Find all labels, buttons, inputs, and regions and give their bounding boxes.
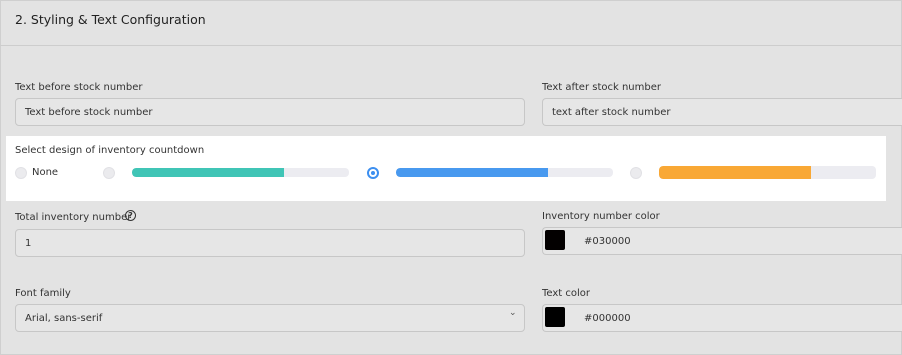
design-blue-bar[interactable]	[396, 168, 613, 177]
design-label: Select design of inventory countdown	[15, 145, 205, 156]
text-color-label: Text color	[542, 288, 591, 299]
text-after-input[interactable]: text after stock number	[542, 98, 902, 126]
text-after-label: Text after stock number	[542, 82, 661, 93]
design-none-label: None	[32, 167, 59, 178]
font-family-select[interactable]: Arial, sans-serif	[15, 304, 525, 332]
design-selector: Select design of inventory countdown Non…	[6, 136, 886, 201]
chevron-down-icon: ⌄	[509, 308, 517, 318]
design-none-radio[interactable]	[15, 167, 27, 179]
font-family-value: Arial, sans-serif	[25, 312, 103, 324]
design-teal-radio[interactable]	[103, 167, 115, 179]
design-teal-bar[interactable]	[132, 168, 349, 177]
design-orange-bar-fill	[659, 166, 811, 179]
inventory-color-field[interactable]: #030000	[542, 227, 902, 255]
design-blue-radio[interactable]	[367, 167, 379, 179]
text-after-value: text after stock number	[552, 106, 671, 118]
inventory-color-swatch[interactable]	[545, 230, 565, 250]
total-inventory-label: Total inventory number	[15, 212, 132, 223]
font-family-label: Font family	[15, 288, 71, 299]
help-icon[interactable]: ?	[125, 210, 136, 221]
section-divider	[0, 45, 902, 46]
design-blue-bar-fill	[396, 168, 548, 177]
inventory-color-label: Inventory number color	[542, 211, 660, 222]
text-color-swatch[interactable]	[545, 307, 565, 327]
section-title: 2. Styling & Text Configuration	[15, 12, 206, 27]
design-orange-bar[interactable]	[659, 166, 876, 179]
total-inventory-value: 1	[25, 237, 32, 249]
text-before-label: Text before stock number	[15, 82, 143, 93]
design-teal-bar-fill	[132, 168, 284, 177]
total-inventory-input[interactable]: 1	[15, 229, 525, 257]
design-orange-radio[interactable]	[630, 167, 642, 179]
text-color-field[interactable]: #000000	[542, 304, 902, 332]
text-before-input[interactable]: Text before stock number	[15, 98, 525, 126]
text-before-value: Text before stock number	[25, 106, 153, 118]
